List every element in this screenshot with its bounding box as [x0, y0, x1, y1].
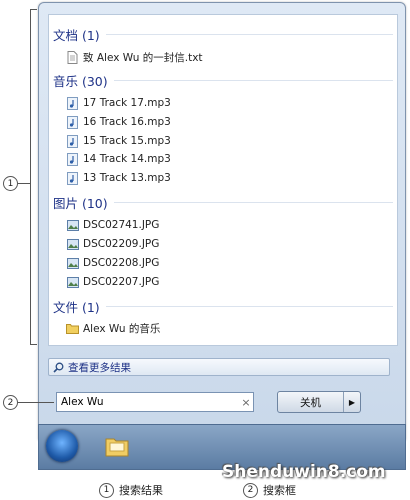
- start-orb-icon[interactable]: [46, 430, 78, 462]
- legend-marker-1: 1: [99, 482, 114, 498]
- result-item[interactable]: 致 Alex Wu 的一封信.txt: [66, 48, 203, 66]
- legend-label-2: 搜索框: [263, 484, 296, 497]
- result-item[interactable]: 16 Track 16.mp3: [66, 113, 171, 131]
- image-file-icon: [66, 237, 79, 251]
- explorer-taskbar-icon[interactable]: [104, 433, 130, 459]
- group-title: 文件 (1): [53, 296, 106, 316]
- result-item[interactable]: 13 Track 13.mp3: [66, 169, 171, 187]
- result-item[interactable]: DSC02741.JPG: [66, 216, 159, 234]
- result-label: 16 Track 16.mp3: [83, 116, 171, 128]
- group-header-music[interactable]: 音乐 (30): [53, 70, 393, 90]
- callout-line-2: [18, 402, 54, 403]
- callout-bracket-1: [30, 9, 37, 345]
- image-file-icon: [66, 275, 79, 289]
- music-file-icon: [66, 171, 79, 185]
- search-input[interactable]: Alex Wu ×: [56, 392, 254, 412]
- search-icon: [53, 362, 64, 373]
- callout-marker-1: 1: [3, 176, 18, 191]
- callout-line-1: [18, 183, 30, 184]
- shutdown-button-group: 关机 ▶: [277, 391, 361, 413]
- result-label: 15 Track 15.mp3: [83, 135, 171, 147]
- watermark: Shenduwin8.com: [222, 462, 386, 482]
- result-item[interactable]: 15 Track 15.mp3: [66, 132, 171, 150]
- music-file-icon: [66, 96, 79, 110]
- result-label: Alex Wu 的音乐: [83, 322, 161, 335]
- group-header-documents[interactable]: 文档 (1): [53, 24, 393, 44]
- see-more-label: 查看更多结果: [68, 361, 131, 374]
- group-title: 音乐 (30): [53, 70, 114, 90]
- result-label: 13 Track 13.mp3: [83, 172, 171, 184]
- see-more-results-link[interactable]: 查看更多结果: [48, 358, 390, 376]
- result-label: 14 Track 14.mp3: [83, 153, 171, 165]
- result-label: 17 Track 17.mp3: [83, 97, 171, 109]
- result-item[interactable]: 14 Track 14.mp3: [66, 150, 171, 168]
- result-label: DSC02209.JPG: [83, 238, 160, 250]
- legend-item-1: 1 搜索结果: [99, 482, 163, 498]
- shutdown-options-arrow-icon[interactable]: ▶: [344, 392, 360, 412]
- search-input-value: Alex Wu: [61, 396, 104, 408]
- result-label: DSC02741.JPG: [83, 219, 160, 231]
- music-file-icon: [66, 152, 79, 166]
- group-title: 图片 (10): [53, 192, 114, 212]
- legend-label-1: 搜索结果: [119, 484, 163, 497]
- result-item[interactable]: 17 Track 17.mp3: [66, 94, 171, 112]
- legend-marker-2: 2: [243, 482, 258, 498]
- music-file-icon: [66, 134, 79, 148]
- result-item[interactable]: DSC02209.JPG: [66, 235, 159, 253]
- callout-marker-2: 2: [3, 395, 18, 410]
- legend-item-2: 2 搜索框: [243, 482, 296, 498]
- result-item[interactable]: DSC02207.JPG: [66, 273, 159, 291]
- group-header-pictures[interactable]: 图片 (10): [53, 192, 393, 212]
- music-file-icon: [66, 115, 79, 129]
- result-item[interactable]: DSC02208.JPG: [66, 254, 159, 272]
- image-file-icon: [66, 256, 79, 270]
- clear-search-icon[interactable]: ×: [239, 396, 253, 409]
- result-label: DSC02208.JPG: [83, 257, 160, 269]
- folder-icon: [66, 321, 79, 335]
- result-label: 致 Alex Wu 的一封信.txt: [83, 51, 203, 64]
- shutdown-button[interactable]: 关机: [278, 392, 344, 412]
- text-file-icon: [66, 50, 79, 64]
- group-header-folders[interactable]: 文件 (1): [53, 296, 393, 316]
- result-item[interactable]: Alex Wu 的音乐: [66, 319, 160, 337]
- result-label: DSC02207.JPG: [83, 276, 160, 288]
- image-file-icon: [66, 218, 79, 232]
- group-title: 文档 (1): [53, 24, 106, 44]
